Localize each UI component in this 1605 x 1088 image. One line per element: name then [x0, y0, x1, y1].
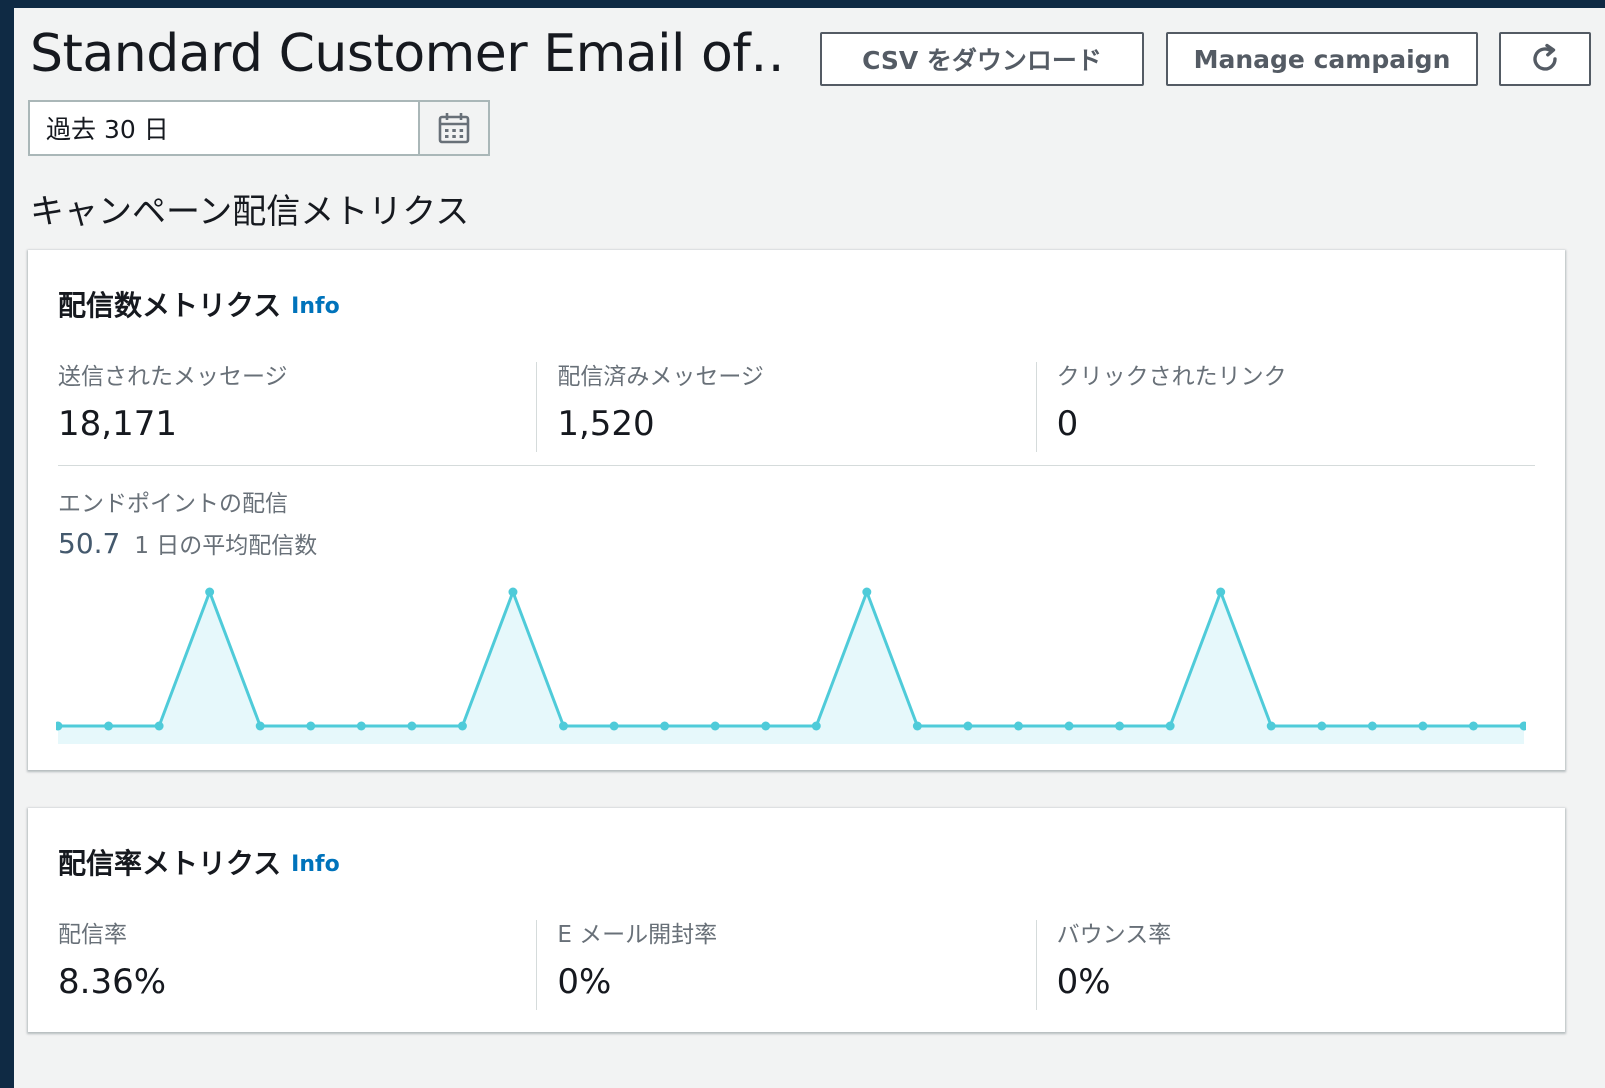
card-title: 配信率メトリクス Info: [58, 842, 340, 882]
metric-messages-sent: 送信されたメッセージ 18,171: [58, 362, 536, 452]
metric-label: 配信率: [58, 922, 127, 948]
chart-point: [508, 587, 518, 597]
refresh-button[interactable]: [1499, 32, 1591, 86]
delivery-rate-card: 配信率メトリクス Info 配信率 8.36% E メール開封率 0% バウンス率…: [28, 808, 1565, 1032]
chart-point: [457, 721, 467, 731]
metric-label: 配信済みメッセージ: [557, 364, 764, 390]
chart-point: [154, 721, 164, 731]
endpoint-delivery-label: エンドポイントの配信: [58, 491, 288, 517]
chart-point: [1266, 721, 1276, 731]
daily-average-value: 50.7: [58, 527, 121, 560]
metric-messages-delivered: 配信済みメッセージ 1,520: [536, 362, 1035, 452]
chart-point: [1013, 721, 1023, 731]
chart-point: [1418, 721, 1428, 731]
metric-delivery-rate: 配信率 8.36%: [58, 920, 536, 1010]
chart-point: [1216, 587, 1226, 597]
delivery-count-card: 配信数メトリクス Info 送信されたメッセージ 18,171 配信済みメッセージ…: [28, 250, 1565, 770]
metric-email-open-rate: E メール開封率 0%: [536, 920, 1035, 1010]
divider: [58, 465, 1535, 466]
page-title: Standard Customer Email of…: [30, 24, 780, 84]
manage-campaign-button[interactable]: Manage campaign: [1166, 32, 1478, 86]
card-title: 配信数メトリクス Info: [58, 284, 340, 324]
delivery-count-metrics: 送信されたメッセージ 18,171 配信済みメッセージ 1,520 クリックされ…: [58, 362, 1535, 452]
metric-value: 0%: [557, 962, 612, 1002]
card-title-text: 配信率メトリクス: [58, 847, 282, 880]
info-link[interactable]: Info: [291, 294, 340, 319]
chart-point: [1115, 721, 1125, 731]
campaign-dashboard: Standard Customer Email of… CSV をダウンロード …: [14, 8, 1605, 1088]
chart-point: [1317, 721, 1327, 731]
download-csv-button[interactable]: CSV をダウンロード: [820, 32, 1144, 86]
metric-value: 1,520: [557, 404, 655, 444]
metric-links-clicked: クリックされたリンク 0: [1035, 362, 1535, 452]
chart-point: [205, 587, 215, 597]
page-header: Standard Customer Email of… CSV をダウンロード …: [30, 18, 1591, 88]
chart-area: [58, 592, 1524, 726]
metric-value: 8.36%: [58, 962, 167, 1002]
calendar-button[interactable]: [418, 102, 488, 154]
chart-point: [912, 721, 922, 731]
card-title-text: 配信数メトリクス: [58, 289, 282, 322]
chart-point: [407, 721, 417, 731]
chart-point: [1468, 721, 1478, 731]
metric-label: 送信されたメッセージ: [58, 364, 288, 390]
info-link[interactable]: Info: [291, 852, 340, 877]
chart-point: [306, 721, 316, 731]
chart-point: [862, 587, 872, 597]
chart-point: [710, 721, 720, 731]
chart-point: [761, 721, 771, 731]
chart-point: [559, 721, 569, 731]
chart-point: [609, 721, 619, 731]
metric-label: バウンス率: [1056, 922, 1172, 948]
chart-point: [356, 721, 366, 731]
metric-label: クリックされたリンク: [1056, 364, 1287, 390]
date-range-picker: [28, 100, 490, 156]
metric-value: 0%: [1056, 962, 1111, 1002]
chart-point: [255, 721, 265, 731]
chart-point: [963, 721, 973, 731]
section-title: キャンペーン配信メトリクス: [30, 192, 470, 232]
delivery-rate-metrics: 配信率 8.36% E メール開封率 0% バウンス率 0%: [58, 920, 1535, 1010]
metric-label: E メール開封率: [557, 922, 718, 948]
chart-baseline-band: [58, 726, 1524, 744]
daily-average: 50.7 1 日の平均配信数: [58, 526, 317, 560]
chart-point: [660, 721, 670, 731]
date-range-input[interactable]: [30, 102, 412, 154]
metric-bounce-rate: バウンス率 0%: [1035, 920, 1535, 1010]
chart-series-line: [58, 590, 1524, 728]
chart-point: [1165, 721, 1175, 731]
metric-value: 0: [1056, 404, 1079, 444]
daily-average-label: 1 日の平均配信数: [134, 533, 318, 559]
metric-value: 18,171: [58, 404, 177, 444]
chart-point: [1064, 721, 1074, 731]
calendar-icon: [438, 113, 470, 144]
endpoint-delivery-chart: [56, 587, 1526, 744]
chart-point: [1367, 721, 1377, 731]
chart-point: [811, 721, 821, 731]
chart-point: [104, 721, 114, 731]
refresh-icon: [1533, 43, 1557, 71]
